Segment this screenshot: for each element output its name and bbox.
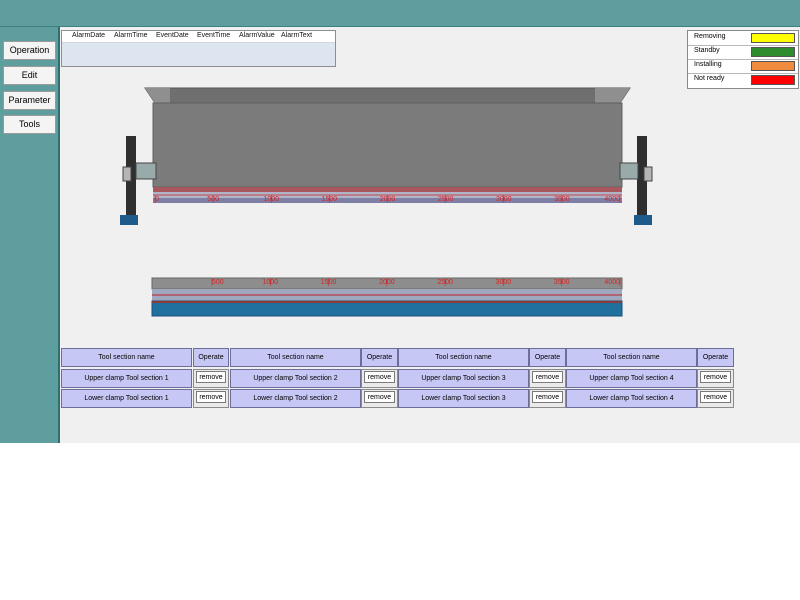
remove-button[interactable]: remove — [532, 391, 563, 403]
tool-operate-cell: remove — [697, 369, 734, 388]
tool-header-name: Tool section name — [398, 348, 529, 367]
tool-section-name: Lower clamp Tool section 1 — [61, 389, 192, 408]
tool-header-operate: Operate — [193, 348, 229, 367]
scale-label: 500 — [207, 196, 219, 203]
alarm-col-alarmvalue[interactable]: AlarmValue — [239, 32, 275, 39]
scale-label: 1000 — [262, 279, 278, 286]
tool-header-name: Tool section name — [566, 348, 697, 367]
tool-operate-cell: remove — [697, 389, 734, 408]
press-brake-diagram: 0 500 1000 1500 2000 2500 3000 3500 4000 500 1000… — [120, 87, 653, 317]
legend-row-standby: Standby — [688, 45, 798, 60]
scale-label: 1500 — [321, 279, 337, 286]
scale-label: 3500 — [554, 196, 570, 203]
tool-operate-cell: remove — [193, 369, 229, 388]
nav-edit-button[interactable]: Edit — [3, 66, 56, 85]
tool-operate-cell: remove — [193, 389, 229, 408]
scale-label: 3500 — [554, 279, 570, 286]
scale-label: 4000 — [604, 279, 620, 286]
legend-swatch-removing — [751, 33, 795, 43]
title-bar — [0, 0, 800, 27]
scale-label: 3000 — [496, 279, 512, 286]
tool-section-name: Upper clamp Tool section 3 — [398, 369, 529, 388]
legend-row-removing: Removing — [688, 31, 798, 46]
tool-section-table: Tool section name Operate Tool section n… — [61, 348, 735, 410]
tool-section-name: Upper clamp Tool section 4 — [566, 369, 697, 388]
tool-header-name: Tool section name — [61, 348, 192, 367]
tool-operate-cell: remove — [529, 389, 566, 408]
scale-label: 1500 — [322, 196, 338, 203]
tool-header-operate: Operate — [697, 348, 734, 367]
alarm-table-body[interactable] — [62, 43, 335, 66]
scale-label: 2500 — [437, 279, 453, 286]
remove-button[interactable]: remove — [700, 391, 731, 403]
remove-button[interactable]: remove — [196, 391, 226, 403]
scale-label: 2000 — [379, 279, 395, 286]
alarm-col-eventdate[interactable]: EventDate — [156, 32, 189, 39]
scale-label: 2500 — [438, 196, 454, 203]
remove-button[interactable]: remove — [532, 371, 563, 383]
legend-label: Installing — [694, 61, 722, 68]
tool-section-name: Lower clamp Tool section 2 — [230, 389, 361, 408]
tool-section-name: Lower clamp Tool section 4 — [566, 389, 697, 408]
scale-label: 0 — [155, 196, 159, 203]
scale-label: 2000 — [380, 196, 396, 203]
app-window: Operation Edit Parameter Tools AlarmDate… — [0, 0, 800, 443]
legend-row-installing: Installing — [688, 59, 798, 74]
legend-swatch-not-ready — [751, 75, 795, 85]
tool-section-name: Upper clamp Tool section 1 — [61, 369, 192, 388]
alarm-col-alarmtime[interactable]: AlarmTime — [114, 32, 148, 39]
left-column — [120, 136, 157, 225]
alarm-col-alarmtext[interactable]: AlarmText — [281, 32, 312, 39]
alarm-col-alarmdate[interactable]: AlarmDate — [72, 32, 105, 39]
remove-button[interactable]: remove — [364, 371, 395, 383]
legend-row-not-ready: Not ready — [688, 73, 798, 87]
right-column — [619, 136, 653, 225]
remove-button[interactable]: remove — [364, 391, 395, 403]
nav-parameter-button[interactable]: Parameter — [3, 91, 56, 110]
legend-label: Standby — [694, 47, 720, 54]
tool-operate-cell: remove — [529, 369, 566, 388]
remove-button[interactable]: remove — [700, 371, 731, 383]
tool-operate-cell: remove — [361, 389, 398, 408]
scale-label: 4000 — [604, 196, 620, 203]
sidebar: Operation Edit Parameter Tools — [0, 27, 60, 443]
alarm-table[interactable]: AlarmDate AlarmTime EventDate EventTime … — [61, 30, 336, 67]
alarm-table-header: AlarmDate AlarmTime EventDate EventTime … — [62, 31, 335, 43]
status-legend: Removing Standby Installing Not ready — [687, 30, 799, 89]
scale-label: 3000 — [496, 196, 512, 203]
tool-header-operate: Operate — [529, 348, 566, 367]
legend-label: Removing — [694, 33, 726, 40]
legend-swatch-installing — [751, 61, 795, 71]
remove-button[interactable]: remove — [196, 371, 226, 383]
legend-swatch-standby — [751, 47, 795, 57]
tool-header-operate: Operate — [361, 348, 398, 367]
alarm-col-eventtime[interactable]: EventTime — [197, 32, 230, 39]
scale-label: 1000 — [263, 196, 279, 203]
legend-label: Not ready — [694, 75, 725, 82]
tool-header-name: Tool section name — [230, 348, 361, 367]
nav-tools-button[interactable]: Tools — [3, 115, 56, 134]
tool-operate-cell: remove — [361, 369, 398, 388]
tool-section-name: Lower clamp Tool section 3 — [398, 389, 529, 408]
tool-section-name: Upper clamp Tool section 2 — [230, 369, 361, 388]
scale-label: 500 — [212, 279, 224, 286]
upper-beam — [144, 87, 631, 203]
nav-operation-button[interactable]: Operation — [3, 41, 56, 60]
